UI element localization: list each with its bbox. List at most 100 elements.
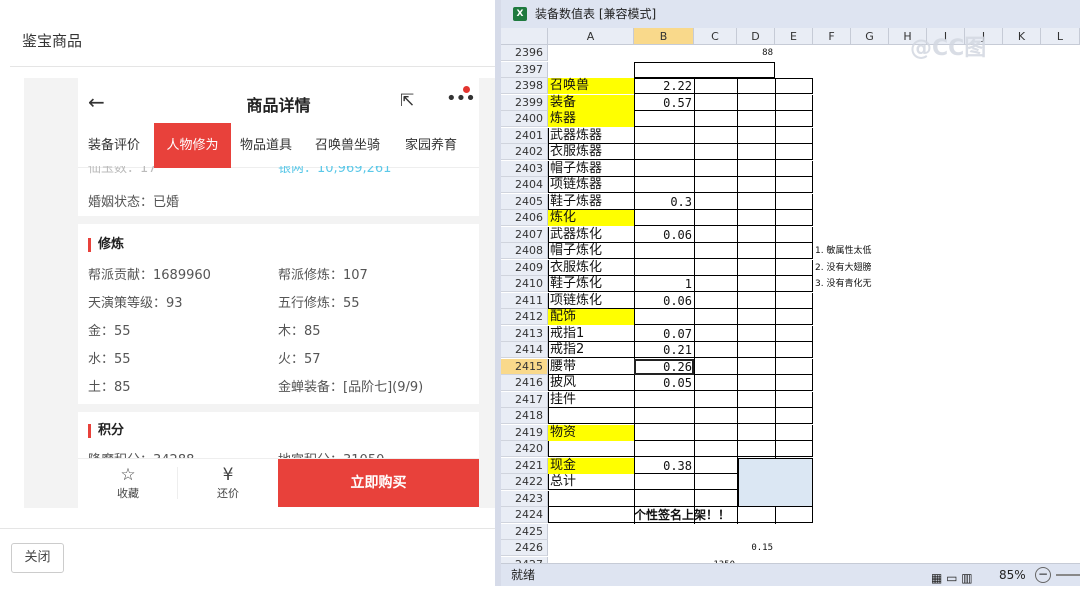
cell-a[interactable]: 戒指1 — [548, 326, 634, 342]
close-button[interactable]: 关闭 — [11, 543, 64, 573]
row-header[interactable]: 2421 — [501, 457, 548, 474]
cell-b[interactable]: 0.38 — [634, 458, 694, 474]
row-header[interactable]: 2412 — [501, 309, 548, 325]
column-header-i[interactable]: I — [927, 28, 965, 45]
row-header[interactable]: 2403 — [501, 160, 548, 177]
row-header[interactable]: 2416 — [501, 375, 548, 391]
zoom-out-button[interactable]: − — [1035, 567, 1051, 583]
row-header[interactable]: 2401 — [501, 127, 548, 144]
cell-a[interactable]: 腰带 — [548, 359, 634, 375]
row-header[interactable]: 2419 — [501, 424, 548, 441]
tab-equipment-review[interactable]: 装备评价 — [88, 123, 140, 168]
row-header[interactable]: 2414 — [501, 342, 548, 358]
row-header[interactable]: 2407 — [501, 226, 548, 243]
cell-a[interactable]: 鞋子炼化 — [548, 276, 634, 292]
tab-character[interactable]: 人物修为 — [154, 123, 231, 168]
column-header-c[interactable]: C — [694, 28, 737, 45]
column-header-a[interactable]: A — [548, 28, 634, 45]
cell-b[interactable]: 0.06 — [634, 227, 694, 243]
cell-b[interactable]: 0.06 — [634, 293, 694, 309]
selected-cell[interactable] — [634, 358, 694, 375]
cell-a[interactable]: 武器炼器 — [548, 128, 634, 144]
zoom-level: 85% — [999, 568, 1026, 582]
cell-a[interactable]: 项链炼器 — [548, 177, 634, 193]
cell-a[interactable]: 鞋子炼器 — [548, 194, 634, 210]
cell-a[interactable]: 披风 — [548, 375, 634, 391]
cell-b[interactable]: 0.21 — [634, 342, 694, 358]
cell-a[interactable]: 帽子炼化 — [548, 243, 634, 259]
row-header[interactable]: 2398 — [501, 78, 548, 94]
cell-f[interactable]: 1. 敏属性太低 — [815, 243, 871, 259]
row-header[interactable]: 2423 — [501, 490, 548, 507]
column-header-e[interactable]: E — [775, 28, 813, 45]
row-header[interactable]: 2420 — [501, 441, 548, 457]
cell-b[interactable]: 个性签名上架！！ — [634, 507, 774, 523]
cell-b[interactable]: 0.05 — [634, 375, 694, 391]
row-header[interactable]: 2408 — [501, 243, 548, 259]
buy-now-button[interactable]: 立即购买 — [278, 459, 479, 507]
cell-a[interactable]: 挂件 — [548, 392, 634, 408]
bargain-button[interactable]: ¥ 还价 — [198, 465, 258, 501]
row-header[interactable]: 2406 — [501, 210, 548, 226]
tab-home[interactable]: 家园养育 — [405, 123, 457, 168]
row-header[interactable]: 2405 — [501, 193, 548, 210]
row-header[interactable]: 2404 — [501, 177, 548, 193]
row-header[interactable]: 2396 — [501, 45, 548, 61]
row-header[interactable]: 2409 — [501, 259, 548, 276]
zoom-slider[interactable] — [1056, 574, 1080, 576]
cell-a[interactable]: 炼器 — [548, 111, 634, 127]
column-header-g[interactable]: G — [851, 28, 889, 45]
cell-f[interactable]: 2. 没有大翅膀 — [815, 260, 871, 276]
cell-a[interactable]: 总计 — [548, 474, 634, 490]
row-header[interactable]: 2399 — [501, 94, 548, 111]
column-header-d[interactable]: D — [737, 28, 775, 45]
row-header[interactable]: 2413 — [501, 325, 548, 342]
cell-a[interactable]: 衣服炼器 — [548, 144, 634, 160]
cell-a[interactable]: 现金 — [548, 458, 634, 474]
column-header-h[interactable]: H — [889, 28, 927, 45]
cell-a[interactable]: 戒指2 — [548, 342, 634, 358]
cell-b[interactable]: 0.07 — [634, 326, 694, 342]
cell-d[interactable]: 0.15 — [737, 540, 775, 556]
cell-a[interactable]: 召唤兽 — [548, 78, 634, 94]
cell-d[interactable]: 88 — [737, 45, 775, 61]
cell-a[interactable]: 物资 — [548, 425, 634, 441]
row-header[interactable]: 2400 — [501, 111, 548, 127]
cell-a[interactable]: 武器炼化 — [548, 227, 634, 243]
more-icon[interactable]: ••• — [446, 88, 476, 109]
row-header[interactable]: 2411 — [501, 292, 548, 309]
cell-b[interactable]: 1 — [634, 276, 694, 292]
column-header-j[interactable]: J — [965, 28, 1003, 45]
tab-items[interactable]: 物品道具 — [240, 123, 292, 168]
collect-button[interactable]: ☆ 收藏 — [98, 465, 158, 501]
share-icon[interactable]: ⇱ — [400, 91, 414, 111]
tab-summons[interactable]: 召唤兽坐骑 — [315, 123, 380, 168]
row-header[interactable]: 2410 — [501, 276, 548, 292]
cell-a[interactable]: 配饰 — [548, 309, 634, 325]
cell-b[interactable]: 0.3 — [634, 194, 694, 210]
row-header[interactable]: 2418 — [501, 408, 548, 424]
row-header[interactable]: 2417 — [501, 391, 548, 408]
column-header-k[interactable]: K — [1003, 28, 1041, 45]
row-header[interactable]: 2425 — [501, 523, 548, 540]
cell-a[interactable]: 衣服炼化 — [548, 260, 634, 276]
spreadsheet-grid[interactable]: A B C D E F G H I J K L 2396 88 2397 2398 召唤兽 2.22 2399 装备 0… — [501, 28, 1080, 563]
row-header[interactable]: 2426 — [501, 540, 548, 556]
cell-b[interactable]: 0.57 — [634, 95, 694, 111]
row-header[interactable]: 2424 — [501, 507, 548, 523]
row-header[interactable]: 2397 — [501, 61, 548, 78]
cell-a[interactable]: 炼化 — [548, 210, 634, 226]
column-header-b[interactable]: B — [634, 28, 694, 45]
row-header[interactable]: 2422 — [501, 474, 548, 490]
column-header-f[interactable]: F — [813, 28, 851, 45]
select-all-corner[interactable] — [501, 28, 548, 45]
column-header-l[interactable]: L — [1041, 28, 1080, 45]
cell-b[interactable]: 2.22 — [634, 78, 694, 94]
row-header[interactable]: 2415 — [501, 358, 548, 375]
cell-a[interactable]: 帽子炼器 — [548, 161, 634, 177]
merged-cell[interactable] — [738, 457, 813, 507]
cell-a[interactable]: 装备 — [548, 95, 634, 111]
cell-f[interactable]: 3. 没有青化无 — [815, 276, 871, 292]
row-header[interactable]: 2402 — [501, 144, 548, 160]
cell-a[interactable]: 项链炼化 — [548, 293, 634, 309]
